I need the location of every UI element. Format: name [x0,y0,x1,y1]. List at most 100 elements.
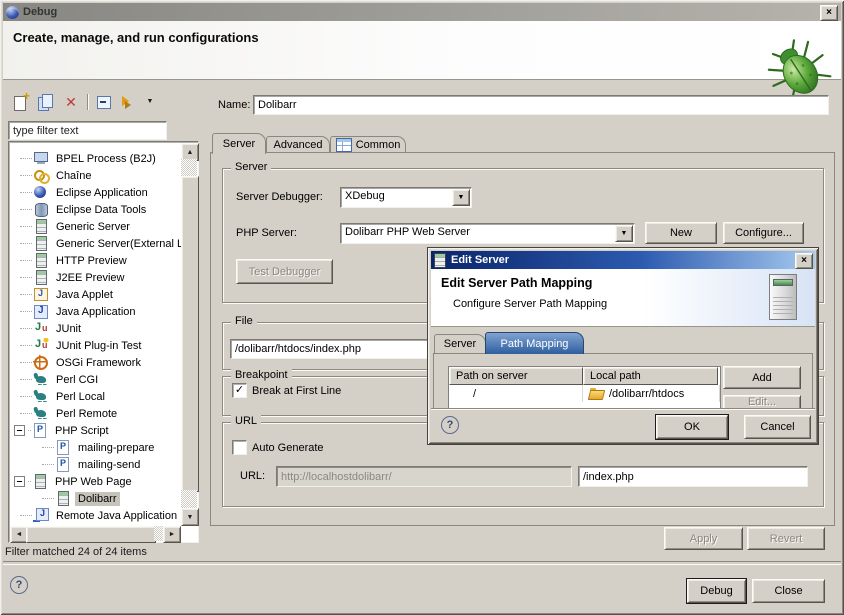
tree-guide [20,209,32,211]
close-dialog-button[interactable]: × [795,253,813,269]
remote-java-icon [33,508,50,523]
url-group-title: URL [231,415,261,427]
collapse-toggle-icon[interactable] [14,425,25,436]
debug-button[interactable]: Debug [687,579,746,603]
name-input[interactable] [255,97,827,113]
test-debugger-button[interactable]: Test Debugger [236,259,333,284]
tree-item-php-script[interactable]: PHP Script [10,422,181,439]
generic-server-icon [33,253,50,268]
php-web-icon [55,491,72,506]
ok-button[interactable]: OK [656,415,728,439]
cell-local-path[interactable]: /dolibarr/htdocs [583,385,720,402]
configure-button[interactable]: Configure... [723,222,804,244]
new-config-icon[interactable] [12,93,30,111]
php-script-icon [55,457,72,472]
tree-item-cha-ne[interactable]: Chaîne [10,167,181,184]
tab-server[interactable]: Server [212,133,266,154]
tree-item-label: Chaîne [53,169,94,183]
php-server-combo[interactable]: Dolibarr PHP Web Server ▼ [340,223,635,244]
cell-server-path[interactable]: / [449,385,583,402]
scroll-right-icon[interactable]: ► [163,526,181,543]
toolbar-separator [87,94,88,110]
config-tree-frame: BPEL Process (B2J) ChaîneEclipse Applicat… [8,141,199,543]
cancel-button[interactable]: Cancel [744,415,811,439]
duplicate-config-icon[interactable] [37,93,55,111]
server-group-title: Server [231,161,271,173]
column-header-path-on-server[interactable]: Path on server [449,367,583,385]
delete-config-icon[interactable]: ✕ [62,93,80,111]
tree-item-label: JUnit [53,322,84,336]
tab-advanced[interactable]: Advanced [266,136,330,153]
php-script-icon [32,423,49,438]
tree-item-label: mailing-prepare [75,441,157,455]
base-url-field-frame [276,466,572,487]
junit-plugin-icon [33,338,50,353]
chevron-down-icon[interactable]: ▼ [452,189,470,206]
close-window-button[interactable]: × [820,5,838,21]
dialog-subheading: Configure Server Path Mapping [453,298,607,310]
tree-item-generic-server-external-la[interactable]: Generic Server(External La [10,235,181,252]
tree-vscrollbar[interactable]: ▲ ▼ [181,143,197,526]
eclipse-icon [6,6,19,19]
auto-generate-checkbox[interactable] [232,440,247,455]
tree-item-eclipse-application[interactable]: Eclipse Application [10,184,181,201]
break-first-line-checkbox[interactable]: ✓ [232,383,247,398]
tree-item-java-applet[interactable]: Java Applet [10,286,181,303]
dialog-help-icon[interactable]: ? [441,416,459,434]
tree-item-java-application[interactable]: Java Application [10,303,181,320]
tree-item-label: Perl Local [53,390,108,404]
tree-item-label: BPEL Process (B2J) [53,152,159,166]
vscroll-track[interactable] [181,159,197,176]
tree-guide [20,260,32,262]
tree-item-perl-remote[interactable]: Perl Remote [10,405,181,422]
tree-item-j2ee-preview[interactable]: J2EE Preview [10,269,181,286]
revert-button[interactable]: Revert [747,527,825,550]
dialog-tab-server[interactable]: Server [434,334,486,353]
tree-guide [20,362,32,364]
scroll-down-icon[interactable]: ▼ [181,508,199,526]
filter-icon[interactable] [120,93,138,111]
debug-configurations-window: Debug × Create, manage, and run configur… [0,0,844,615]
tree-item-mailing-prepare[interactable]: mailing-prepare [10,439,181,456]
collapse-toggle-icon[interactable] [14,476,25,487]
tree-item-junit[interactable]: JUnit [10,320,181,337]
php-server-value: Dolibarr PHP Web Server [345,226,470,238]
tree-item-eclipse-data-tools[interactable]: Eclipse Data Tools [10,201,181,218]
tree-item-generic-server[interactable]: Generic Server [10,218,181,235]
tree-item-bpel-process-b2j[interactable]: BPEL Process (B2J) [10,150,181,167]
menu-caret-icon[interactable]: ▼ [145,93,155,111]
vscroll-thumb[interactable] [181,176,199,492]
tree-item-osgi-framework[interactable]: OSGi Framework [10,354,181,371]
junit-icon [33,321,50,336]
chevron-down-icon[interactable]: ▼ [615,225,633,242]
tab-common[interactable]: Common [330,136,406,153]
help-icon[interactable]: ? [10,576,28,594]
url-path-input[interactable] [580,468,806,485]
tree-guide [28,481,31,483]
tree-guide [42,498,54,500]
tree-item-remote-java-application[interactable]: Remote Java Application [10,507,181,524]
add-mapping-button[interactable]: Add [723,366,801,389]
tree-item-http-preview[interactable]: HTTP Preview [10,252,181,269]
java-applet-icon [33,287,50,302]
tree-hscrollbar[interactable]: ◄ ► [10,526,181,541]
tree-item-label: JUnit Plug-in Test [53,339,144,353]
close-button[interactable]: Close [752,579,825,603]
tree-item-junit-plug-in-test[interactable]: JUnit Plug-in Test [10,337,181,354]
tree-item-dolibarr[interactable]: Dolibarr [10,490,181,507]
tree-item-perl-local[interactable]: Perl Local [10,388,181,405]
new-server-button[interactable]: New [645,222,717,244]
local-path-text: /dolibarr/htdocs [609,388,684,400]
collapse-all-icon[interactable] [95,93,113,111]
perl-icon [33,389,50,404]
filter-input[interactable] [11,123,165,138]
server-debugger-combo[interactable]: XDebug ▼ [340,187,472,208]
base-url-input [278,468,570,485]
hscroll-thumb[interactable] [26,526,156,543]
dialog-tab-path-mapping[interactable]: Path Mapping [485,332,584,354]
tree-item-php-web-page[interactable]: PHP Web Page [10,473,181,490]
tree-item-perl-cgi[interactable]: Perl CGI [10,371,181,388]
tree-item-mailing-send[interactable]: mailing-send [10,456,181,473]
apply-button[interactable]: Apply [664,527,743,550]
column-header-local-path[interactable]: Local path [583,367,718,385]
